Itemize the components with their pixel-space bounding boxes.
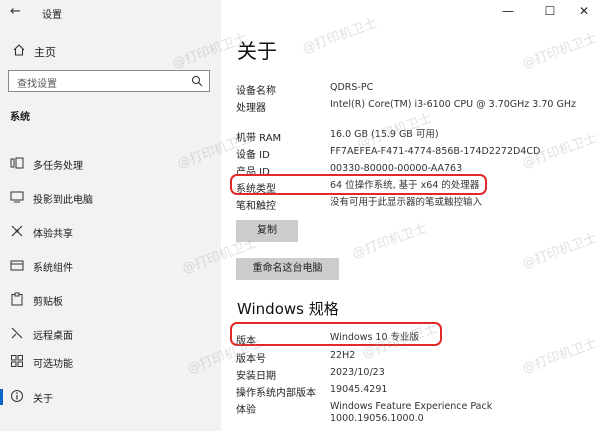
spec-key: 版本号 (236, 354, 266, 365)
sidebar-item-about[interactable]: 关于 (0, 385, 221, 409)
minimize-button[interactable]: — (490, 0, 526, 22)
spec-key: 操作系统内部版本 (236, 388, 316, 399)
sidebar-item-home[interactable]: 主页 (0, 40, 221, 64)
spec-value: 16.0 GB (15.9 GB 可用) (330, 129, 439, 140)
project-icon (10, 191, 24, 203)
back-arrow-icon[interactable]: ← (10, 4, 21, 19)
sidebar-item-label: 多任务处理 (33, 161, 83, 172)
sidebar-item-label: 主页 (34, 46, 56, 59)
multitask-icon (10, 157, 24, 169)
close-button[interactable]: ✕ (566, 0, 600, 22)
spec-value: QDRS-PC (330, 82, 374, 93)
sidebar-item-label: 系统组件 (33, 263, 73, 274)
sidebar-item-multitask[interactable]: 多任务处理 (0, 152, 221, 176)
spec-value: FF7AEFEA-F471-4774-856B-174D2272D4CD (330, 146, 541, 157)
app-title: 设置 (42, 10, 62, 21)
spec-value: 22H2 (330, 350, 356, 361)
components-icon (10, 260, 24, 271)
sidebar-item-remote[interactable]: 远程桌面 (0, 322, 221, 346)
page-title: 关于 (237, 39, 277, 63)
spec-value: 没有可用于此显示器的笔或触控输入 (330, 197, 483, 208)
highlight-edition (230, 322, 442, 346)
sidebar-item-components[interactable]: 系统组件 (0, 254, 221, 278)
search-placeholder: 查找设置 (17, 79, 57, 90)
spec-key: 安装日期 (236, 371, 276, 382)
search-input[interactable]: 查找设置 (8, 70, 210, 92)
spec-value: Intel(R) Core(TM) i3-6100 CPU @ 3.70GHz … (330, 99, 576, 110)
sidebar-item-label: 投影到此电脑 (33, 195, 93, 206)
highlight-system-type (230, 174, 487, 195)
search-icon (191, 75, 203, 87)
sidebar-item-label: 关于 (33, 394, 53, 405)
home-icon (13, 44, 25, 56)
sidebar-item-label: 体验共享 (33, 229, 73, 240)
spec-value: 2023/10/23 (330, 367, 385, 378)
section-label: 系统 (10, 112, 30, 123)
remote-icon (11, 327, 23, 339)
sidebar-item-clipboard[interactable]: 剪贴板 (0, 288, 221, 312)
spec-key: 处理器 (236, 103, 266, 114)
spec-key: 设备名称 (236, 86, 276, 97)
sidebar-item-share[interactable]: 体验共享 (0, 220, 221, 244)
main-content: — ☐ ✕ 关于 设备名称 QDRS-PC 处理器 Intel(R) Core(TM… (221, 0, 600, 431)
spec-key: 机带 RAM (236, 133, 282, 144)
spec-value: 19045.4291 (330, 384, 388, 395)
info-icon (11, 390, 23, 402)
clipboard-icon (11, 292, 23, 306)
rename-pc-button[interactable]: 重命名这台电脑 (236, 258, 339, 280)
sidebar-item-label: 可选功能 (33, 359, 73, 370)
sidebar-item-label: 远程桌面 (33, 331, 73, 342)
spec-key: 体验 (236, 405, 256, 416)
spec-value: Windows Feature Experience Pack 1000.190… (330, 401, 493, 424)
copy-button[interactable]: 复制 (236, 220, 298, 242)
section-title: Windows 规格 (237, 300, 339, 318)
spec-key: 笔和触控 (236, 201, 276, 212)
sidebar-item-label: 剪贴板 (33, 297, 63, 308)
sidebar-item-optional[interactable]: 可选功能 (0, 350, 221, 374)
sidebar-item-project[interactable]: 投影到此电脑 (0, 186, 221, 210)
spec-key: 设备 ID (236, 150, 270, 161)
optional-icon (11, 355, 23, 367)
maximize-button[interactable]: ☐ (532, 0, 568, 22)
share-icon (11, 225, 23, 237)
sidebar: ← 设置 主页 查找设置 系统 多任务处理 投影到此电脑 体验共享 系统组件 剪… (0, 0, 221, 431)
